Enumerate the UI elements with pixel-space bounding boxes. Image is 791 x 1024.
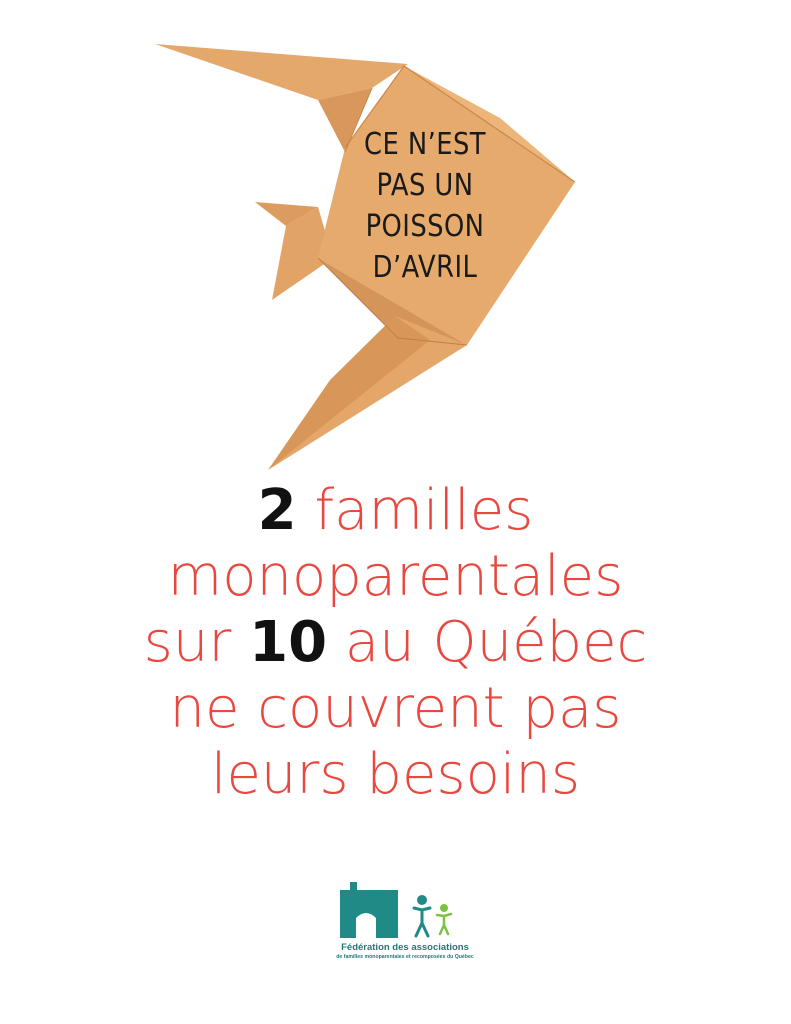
- headline: 2 familles monoparentales sur 10 au Québ…: [0, 478, 791, 808]
- fish-caption: CE N’EST PAS UN POISSON D’AVRIL: [356, 124, 494, 288]
- family-house-logo-icon: [340, 882, 453, 938]
- headline-text: au Québec: [327, 610, 648, 675]
- headline-line-3: sur 10 au Québec: [0, 610, 791, 676]
- logo-title: Fédération des associations: [341, 942, 469, 953]
- fish-caption-line: CE N’EST: [364, 127, 486, 162]
- headline-text: familles: [296, 478, 534, 543]
- headline-number-2: 2: [257, 478, 297, 543]
- headline-line-5: leurs besoins: [210, 742, 581, 807]
- headline-number-10: 10: [249, 610, 328, 675]
- federation-logo: Fédération des associations de familles …: [330, 878, 480, 973]
- headline-line-4: ne couvrent pas: [169, 676, 622, 741]
- origami-fish-illustration: CE N’EST PAS UN POISSON D’AVRIL: [0, 0, 791, 480]
- headline-text: sur: [143, 610, 250, 675]
- headline-line-2: monoparentales: [167, 544, 624, 609]
- fish-caption-line: D’AVRIL: [372, 250, 478, 285]
- fish-caption-line: PAS UN: [376, 168, 474, 203]
- logo-subtitle: de familles monoparentales et recomposée…: [336, 954, 474, 960]
- poster: CE N’EST PAS UN POISSON D’AVRIL 2 famill…: [0, 0, 791, 1024]
- fish-caption-line: POISSON: [365, 209, 485, 244]
- headline-line-1: 2 familles: [0, 478, 791, 544]
